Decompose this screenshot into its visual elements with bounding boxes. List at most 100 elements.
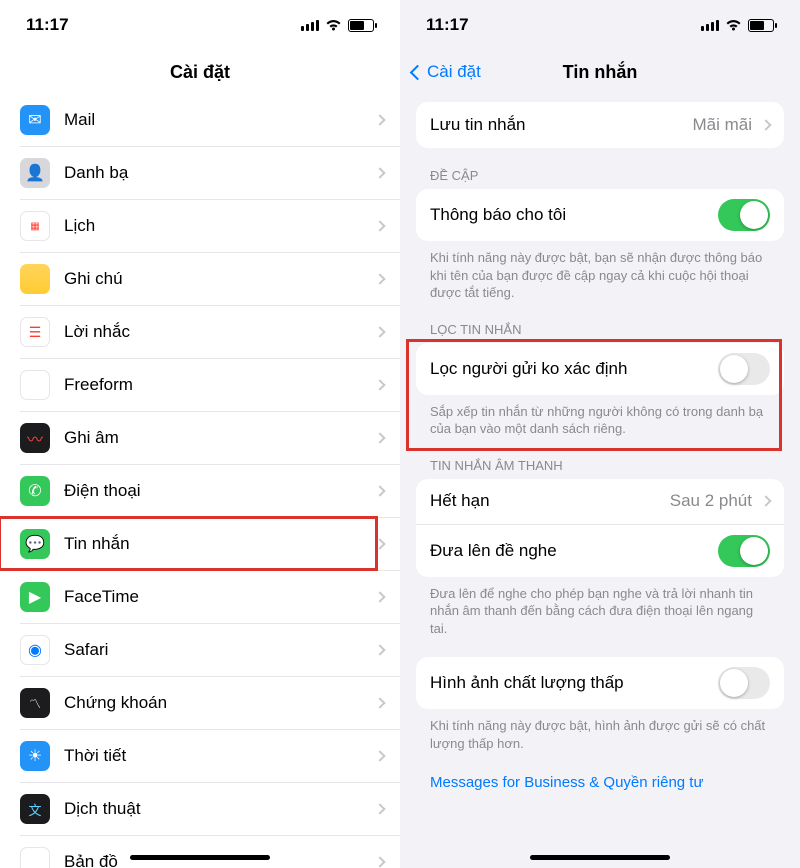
row-label: Ghi âm — [64, 428, 362, 448]
translate-icon: 文 — [20, 794, 50, 824]
row-label: Freeform — [64, 375, 362, 395]
row-calendar[interactable]: ▦Lịch — [20, 200, 400, 253]
row-label: Hình ảnh chất lượng thấp — [430, 673, 708, 693]
settings-list[interactable]: ✉︎Mail 👤Danh bạ ▦Lịch Ghi chú ☰Lời nhắc … — [0, 94, 400, 868]
row-freeform[interactable]: ✎ Freeform — [20, 359, 400, 412]
row-label: Lời nhắc — [64, 322, 362, 342]
facetime-icon: ▶ — [20, 582, 50, 612]
toggle-notify-me[interactable] — [718, 199, 770, 231]
footer-filter: Sắp xếp tin nhắn từ những người không có… — [430, 403, 770, 438]
row-raise-listen[interactable]: Đưa lên đề nghe — [416, 525, 784, 577]
chevron-right-icon — [760, 119, 771, 130]
row-label: Tin nhắn — [64, 534, 362, 554]
privacy-link[interactable]: Messages for Business & Quyền riêng tư — [430, 774, 784, 791]
row-label: Ghi chú — [64, 269, 362, 289]
section-header-mentions: ĐỀ CẬP — [430, 168, 784, 183]
home-indicator[interactable] — [530, 855, 670, 860]
chevron-right-icon — [374, 432, 385, 443]
row-label: Lịch — [64, 216, 362, 236]
chevron-right-icon — [374, 220, 385, 231]
status-bar: 11:17 — [400, 0, 800, 50]
settings-content[interactable]: Lưu tin nhắn Mãi mãi ĐỀ CẬP Thông báo ch… — [400, 94, 800, 868]
settings-root-screen: 11:17 Cài đặt ✉︎Mail 👤Danh bạ ▦Lịch Ghi … — [0, 0, 400, 868]
row-keep-messages[interactable]: Lưu tin nhắn Mãi mãi — [416, 102, 784, 148]
row-low-quality[interactable]: Hình ảnh chất lượng thấp — [416, 657, 784, 709]
row-translate[interactable]: 文Dịch thuật — [20, 783, 400, 836]
back-label: Cài đặt — [427, 62, 481, 82]
group-keep: Lưu tin nhắn Mãi mãi — [416, 102, 784, 148]
contacts-icon: 👤 — [20, 158, 50, 188]
row-mail[interactable]: ✉︎Mail — [20, 94, 400, 147]
row-label: Hết hạn — [430, 491, 660, 511]
mail-icon: ✉︎ — [20, 105, 50, 135]
toggle-filter-unknown[interactable] — [718, 353, 770, 385]
cellular-icon — [701, 20, 719, 31]
status-bar: 11:17 — [0, 0, 400, 50]
row-label: Safari — [64, 640, 362, 660]
row-stocks[interactable]: 〽Chứng khoán — [20, 677, 400, 730]
row-value: Mãi mãi — [692, 115, 752, 135]
row-filter-unknown[interactable]: Lọc người gửi ko xác định — [416, 343, 784, 395]
voice-memos-icon: 〰 — [20, 423, 50, 453]
messages-icon: 💬 — [20, 529, 50, 559]
chevron-right-icon — [760, 496, 771, 507]
messages-settings-screen: 11:17 Cài đặt Tin nhắn Lưu tin nhắn Mãi … — [400, 0, 800, 868]
row-notes[interactable]: Ghi chú — [20, 253, 400, 306]
row-phone[interactable]: ✆ Điện thoại — [20, 465, 400, 518]
group-mentions: Thông báo cho tôi — [416, 189, 784, 241]
row-label: Thông báo cho tôi — [430, 205, 708, 225]
row-safari[interactable]: ◉ Safari — [20, 624, 400, 677]
group-filter: Lọc người gửi ko xác định — [416, 343, 784, 395]
chevron-right-icon — [374, 750, 385, 761]
row-label: Điện thoại — [64, 481, 362, 501]
section-header-audio: TIN NHẮN ÂM THANH — [430, 458, 784, 473]
row-reminders[interactable]: ☰ Lời nhắc — [20, 306, 400, 359]
row-weather[interactable]: ☀ Thời tiết — [20, 730, 400, 783]
wifi-icon — [325, 19, 342, 32]
row-maps[interactable]: 🗺Bản đồ — [20, 836, 400, 868]
chevron-right-icon — [374, 485, 385, 496]
row-notify-me[interactable]: Thông báo cho tôi — [416, 189, 784, 241]
row-messages[interactable]: 💬 Tin nhắn — [20, 518, 400, 571]
navbar: Cài đặt Tin nhắn — [400, 50, 800, 94]
chevron-right-icon — [374, 167, 385, 178]
row-voice[interactable]: 〰 Ghi âm — [20, 412, 400, 465]
freeform-icon: ✎ — [20, 370, 50, 400]
page-title: Tin nhắn — [563, 62, 638, 83]
toggle-raise-listen[interactable] — [718, 535, 770, 567]
cellular-icon — [301, 20, 319, 31]
row-label: Chứng khoán — [64, 693, 362, 713]
maps-icon: 🗺 — [20, 847, 50, 868]
safari-icon: ◉ — [20, 635, 50, 665]
row-expire[interactable]: Hết hạn Sau 2 phút — [416, 479, 784, 525]
row-contacts[interactable]: 👤Danh bạ — [20, 147, 400, 200]
row-label: Đưa lên đề nghe — [430, 541, 708, 561]
footer-lowq: Khi tính năng này được bật, hình ảnh đượ… — [430, 717, 770, 752]
navbar: Cài đặt — [0, 50, 400, 94]
wifi-icon — [725, 19, 742, 32]
clock: 11:17 — [26, 15, 69, 35]
clock: 11:17 — [426, 15, 469, 35]
home-indicator[interactable] — [130, 855, 270, 860]
phone-icon: ✆ — [20, 476, 50, 506]
footer-raise: Đưa lên để nghe cho phép bạn nghe và trả… — [430, 585, 770, 638]
chevron-right-icon — [374, 697, 385, 708]
status-icons — [301, 19, 374, 32]
row-label: Lưu tin nhắn — [430, 115, 682, 135]
reminders-icon: ☰ — [20, 317, 50, 347]
back-button[interactable]: Cài đặt — [412, 50, 481, 94]
row-label: FaceTime — [64, 587, 362, 607]
row-label: Thời tiết — [64, 746, 362, 766]
weather-icon: ☀ — [20, 741, 50, 771]
group-lowq: Hình ảnh chất lượng thấp — [416, 657, 784, 709]
chevron-right-icon — [374, 591, 385, 602]
page-title: Cài đặt — [170, 62, 230, 83]
chevron-left-icon — [410, 64, 426, 80]
notes-icon — [20, 264, 50, 294]
toggle-low-quality[interactable] — [718, 667, 770, 699]
chevron-right-icon — [374, 644, 385, 655]
battery-icon — [348, 19, 374, 32]
chevron-right-icon — [374, 856, 385, 867]
row-facetime[interactable]: ▶ FaceTime — [20, 571, 400, 624]
chevron-right-icon — [374, 273, 385, 284]
